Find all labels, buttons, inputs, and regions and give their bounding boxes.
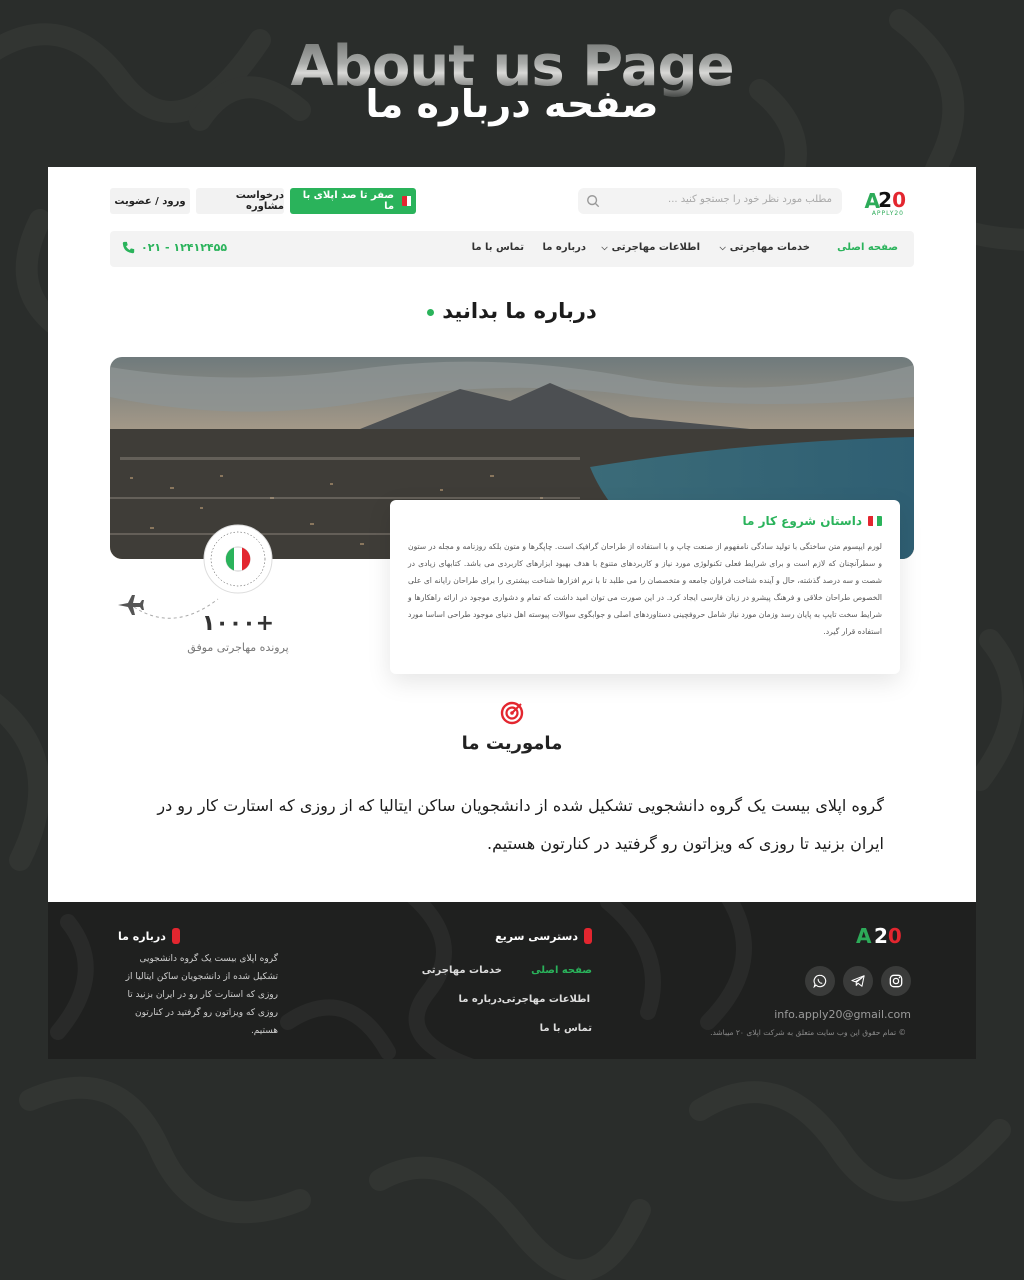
site-logo[interactable]: A 20 APPLY20	[854, 187, 914, 219]
social-links	[805, 966, 911, 996]
italy-stamp-badge	[203, 524, 273, 594]
nav-item-services[interactable]: خدمات مهاجرتی⌵	[720, 242, 810, 253]
nav-item-contact[interactable]: تماس با ما	[472, 242, 524, 253]
chevron-down-icon: ⌵	[601, 243, 608, 252]
phone-icon	[122, 241, 135, 254]
search-placeholder: مطلب مورد نظر خود را جستجو کنید ...	[668, 194, 832, 205]
footer-logo-mark: A	[856, 924, 872, 948]
footer-about-text: گروه اپلای بیست یک گروه دانشجویی تشکیل ش…	[125, 954, 278, 1036]
apply-cta-button[interactable]: صفر تا صد اپلای با ما	[290, 188, 416, 214]
header-topbar: A 20 APPLY20 مطلب مورد نظر خود را جستجو …	[110, 187, 914, 217]
quick-access-heading: دسترسی سریع	[495, 928, 592, 944]
italy-flag-icon	[402, 196, 416, 206]
mission-text: گروه اپلای بیست یک گروه دانشجویی تشکیل ش…	[157, 796, 884, 853]
apply-cta-label: صفر تا صد اپلای با ما	[302, 190, 395, 212]
login-register-button[interactable]: ورود / عضویت	[110, 188, 190, 214]
consultation-button[interactable]: درخواست مشاوره	[196, 188, 284, 214]
search-icon[interactable]	[586, 194, 600, 208]
nav-item-home[interactable]: صفحه اصلی	[837, 242, 898, 253]
phone-number[interactable]: ۰۲۱ - ۱۲۴۱۲۴۵۵	[122, 241, 227, 254]
main-navigation: صفحه اصلی خدمات مهاجرتی⌵ اطلاعات مهاجرتی…	[110, 231, 914, 267]
italy-flag-icon	[868, 516, 882, 526]
chevron-down-icon: ⌵	[719, 243, 726, 252]
title-dot	[427, 308, 435, 316]
search-input[interactable]: مطلب مورد نظر خود را جستجو کنید ...	[578, 188, 842, 214]
telegram-icon[interactable]	[843, 966, 873, 996]
nav-item-about[interactable]: درباره ما	[543, 242, 587, 253]
logo-subtitle: APPLY20	[871, 210, 904, 217]
story-title: داستان شروع کار ما	[408, 514, 882, 528]
story-body-text: لورم ایپسوم متن ساختگی با تولید سادگی نا…	[408, 542, 882, 636]
about-page-mockup: A 20 APPLY20 مطلب مورد نظر خود را جستجو …	[48, 167, 976, 902]
instagram-icon[interactable]	[881, 966, 911, 996]
footer-link-services[interactable]: خدمات مهاجرتی	[422, 965, 502, 976]
success-count-label: پرونده مهاجرتی موفق	[187, 641, 289, 654]
logo-number: 20	[878, 188, 906, 212]
footer-logo[interactable]: A 20	[850, 924, 906, 950]
hero-title-persian: صفحه درباره ما	[365, 82, 659, 126]
heading-bar	[584, 928, 592, 944]
mission-title: ماموریت ما	[461, 733, 563, 754]
story-card: داستان شروع کار ما لورم ایپسوم متن ساختگ…	[390, 500, 900, 674]
footer-logo-number: 20	[874, 924, 902, 948]
footer-link-migration-info[interactable]: اطلاعات مهاجرتی	[502, 994, 590, 1005]
target-icon	[500, 701, 524, 725]
footer-copyright: © تمام حقوق این وب سایت متعلق به شرکت اپ…	[710, 1028, 906, 1037]
about-section-title: درباره ما بدانید	[48, 299, 976, 323]
nav-item-migration-info[interactable]: اطلاعات مهاجرتی⌵	[602, 242, 700, 253]
footer-email[interactable]: info.apply20@gmail.com	[774, 1008, 911, 1021]
heading-bar	[171, 928, 180, 944]
footer-link-contact[interactable]: تماس با ما	[540, 1023, 592, 1034]
site-footer: A 20 info.apply20@gmail.com © تمام حقوق …	[48, 902, 976, 1059]
whatsapp-icon[interactable]	[805, 966, 835, 996]
footer-link-about[interactable]: درباره ما	[459, 994, 503, 1005]
footer-link-home[interactable]: صفحه اصلی	[531, 965, 592, 976]
footer-about-heading: درباره ما	[118, 928, 180, 944]
success-count: +۱۰۰۰	[201, 611, 275, 636]
